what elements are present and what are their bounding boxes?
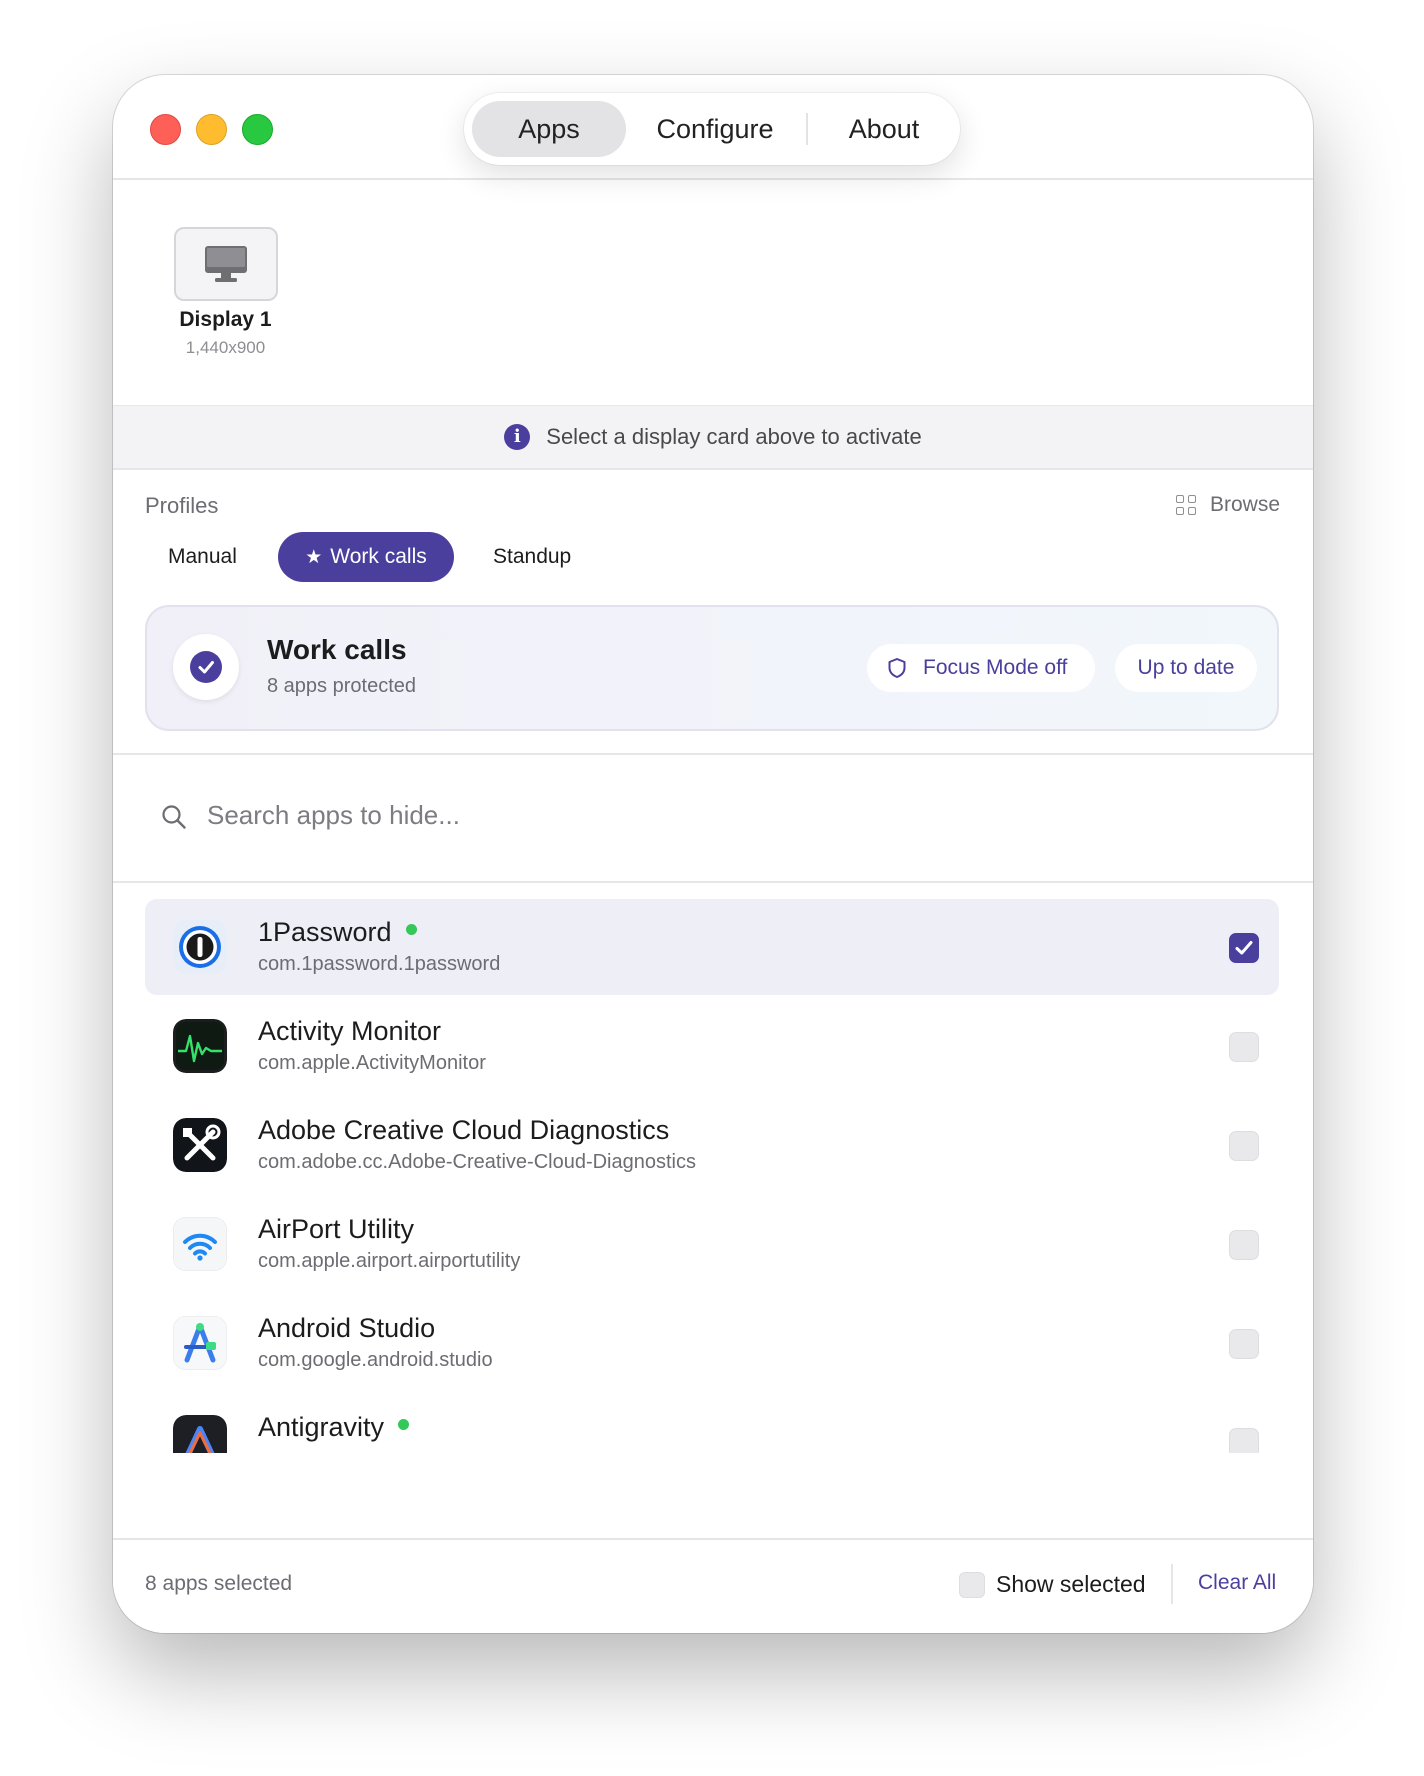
profile-status-badge: [173, 634, 239, 700]
app-name: AirPort Utility: [258, 1214, 415, 1244]
profile-chip-standup[interactable]: Standup: [493, 532, 571, 582]
footer-bar: 8 apps selected Show selected Clear All: [113, 1538, 1313, 1633]
app-checkbox[interactable]: [1229, 1131, 1259, 1161]
app-row-adobe-diagnostics[interactable]: Adobe Creative Cloud Diagnostics com.ado…: [145, 1097, 1279, 1193]
app-row-android-studio[interactable]: Android Studio com.google.android.studio: [145, 1295, 1279, 1391]
app-row-activity-monitor[interactable]: Activity Monitor com.apple.ActivityMonit…: [145, 998, 1279, 1094]
profile-chip-work-calls[interactable]: ★ Work calls: [278, 532, 454, 582]
app-bundle-id: com.1password.1password: [258, 953, 501, 975]
clear-all-button[interactable]: Clear All: [1198, 1571, 1276, 1595]
zoom-window-button[interactable]: [242, 114, 273, 145]
selected-count: 8 apps selected: [145, 1572, 293, 1595]
app-bundle-id: com.adobe.cc.Adobe-Creative-Cloud-Diagno…: [258, 1151, 696, 1173]
app-name: Android Studio: [258, 1313, 436, 1343]
adobe-diagnostics-icon: [173, 1118, 227, 1172]
app-name: Antigravity: [258, 1412, 385, 1442]
app-checkbox[interactable]: [1229, 1428, 1259, 1453]
info-banner-text: Select a display card above to activate: [546, 424, 922, 449]
app-row-airport-utility[interactable]: AirPort Utility com.apple.airport.airpor…: [145, 1196, 1279, 1292]
footer-divider: [1171, 1564, 1173, 1604]
info-banner: i Select a display card above to activat…: [113, 405, 1313, 470]
app-row-1password[interactable]: 1Password com.1password.1password: [145, 899, 1279, 995]
antigravity-icon: [173, 1415, 227, 1453]
1password-icon: [173, 920, 227, 974]
profiles-heading: Profiles: [145, 493, 219, 518]
app-bundle-id: com.google.android.studio: [258, 1349, 493, 1371]
browse-label: Browse: [1209, 493, 1280, 516]
divider: [113, 753, 1313, 755]
title-bar: Apps Configure About: [113, 75, 1313, 180]
android-studio-icon: [173, 1316, 227, 1370]
minimize-window-button[interactable]: [196, 114, 227, 145]
monitor-icon: [205, 246, 247, 282]
profile-chip-manual[interactable]: Manual: [168, 532, 237, 582]
app-checkbox[interactable]: [1229, 1329, 1259, 1359]
app-name: 1Password: [258, 917, 392, 947]
star-icon: ★: [305, 547, 323, 568]
active-profile-title: Work calls: [267, 634, 407, 665]
app-bundle-id: com.apple.ActivityMonitor: [258, 1052, 486, 1074]
show-selected-checkbox[interactable]: [959, 1572, 985, 1598]
app-checkbox[interactable]: [1229, 933, 1259, 963]
running-indicator: [405, 924, 417, 935]
search-icon: [162, 805, 186, 829]
checkmark-icon: [190, 651, 222, 683]
display-resolution: 1,440x900: [185, 338, 266, 357]
active-profile-card: Work calls 8 apps protected Focus Mode o…: [145, 605, 1279, 731]
focus-mode-label: Focus Mode off: [923, 656, 1068, 679]
app-checkbox[interactable]: [1229, 1032, 1259, 1062]
show-selected-label[interactable]: Show selected: [996, 1571, 1146, 1598]
display-name: Display 1: [179, 308, 272, 331]
activity-monitor-icon: [173, 1019, 227, 1073]
app-window: Apps Configure About Display 1 1,440x900…: [113, 75, 1313, 1633]
grid-icon: [1175, 495, 1196, 515]
active-profile-subtitle: 8 apps protected: [267, 675, 416, 697]
profile-chip-work-calls-label: Work calls: [330, 545, 427, 568]
divider: [113, 881, 1313, 883]
app-name: Adobe Creative Cloud Diagnostics: [258, 1115, 670, 1145]
app-name: Activity Monitor: [258, 1016, 442, 1046]
close-window-button[interactable]: [150, 114, 181, 145]
main-tab-bar: Apps Configure About: [464, 93, 960, 165]
app-checkbox[interactable]: [1229, 1230, 1259, 1260]
airport-utility-icon: [173, 1217, 227, 1271]
shield-icon: [888, 658, 906, 678]
tab-about[interactable]: About: [812, 101, 956, 157]
update-status-button[interactable]: Up to date: [1115, 644, 1257, 692]
search-input[interactable]: [207, 795, 1107, 835]
focus-mode-button[interactable]: Focus Mode off: [867, 644, 1095, 692]
app-list: 1Password com.1password.1password Activi…: [113, 885, 1313, 1453]
tab-configure[interactable]: Configure: [630, 101, 800, 157]
tab-divider: [806, 113, 808, 145]
running-indicator: [398, 1419, 410, 1430]
app-row-antigravity[interactable]: Antigravity: [145, 1394, 1279, 1453]
display-card[interactable]: [174, 227, 278, 301]
tab-apps[interactable]: Apps: [472, 101, 626, 157]
info-icon: i: [504, 424, 531, 450]
app-bundle-id: com.apple.airport.airportutility: [258, 1250, 521, 1272]
browse-profiles-button[interactable]: Browse: [1175, 493, 1280, 517]
